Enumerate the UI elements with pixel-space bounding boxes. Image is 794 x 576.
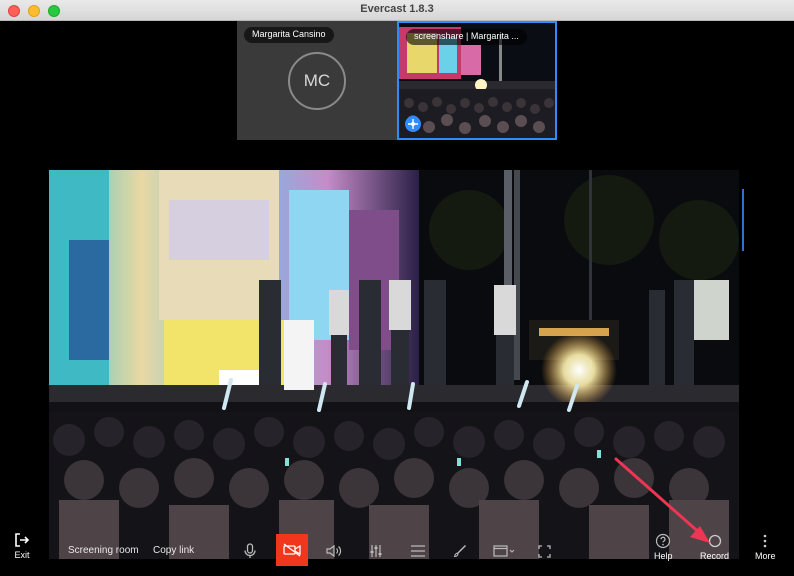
more-label: More bbox=[755, 551, 776, 561]
copy-link-button[interactable]: Copy link bbox=[153, 545, 194, 556]
help-label: Help bbox=[654, 551, 673, 561]
exit-button[interactable]: Exit bbox=[14, 532, 30, 560]
fullscreen-button[interactable] bbox=[532, 539, 556, 563]
brush-icon bbox=[453, 545, 466, 558]
screenshare-tile[interactable]: screenshare | Margarita ... bbox=[397, 21, 557, 140]
more-icon bbox=[763, 534, 767, 548]
layout-button[interactable] bbox=[490, 539, 518, 563]
microphone-button[interactable] bbox=[238, 539, 262, 563]
audio-mixer-button[interactable] bbox=[364, 539, 388, 563]
camera-off-icon bbox=[283, 543, 301, 557]
participant-name: Margarita Cansino bbox=[244, 27, 334, 43]
participant-tile[interactable]: Margarita Cansino MC bbox=[237, 21, 397, 140]
camera-toggle-button[interactable] bbox=[276, 534, 308, 566]
exit-label: Exit bbox=[14, 550, 30, 560]
window-title: Evercast 1.8.3 bbox=[360, 3, 434, 15]
microphone-icon bbox=[244, 543, 256, 558]
list-icon bbox=[411, 545, 425, 557]
more-button[interactable]: More bbox=[755, 533, 776, 561]
screenshare-name: screenshare | Margarita ... bbox=[406, 29, 527, 45]
draw-button[interactable] bbox=[448, 539, 472, 563]
help-button[interactable]: Help bbox=[654, 533, 673, 561]
layout-icon bbox=[493, 545, 515, 557]
speaker-button[interactable] bbox=[322, 539, 346, 563]
screening-room-link[interactable]: Screening room bbox=[68, 545, 139, 556]
record-icon bbox=[708, 534, 721, 548]
speaker-icon bbox=[326, 544, 342, 558]
help-icon bbox=[656, 533, 671, 549]
record-button[interactable]: Record bbox=[700, 533, 729, 561]
menu-button[interactable] bbox=[406, 539, 430, 563]
control-bar: Exit Screening room Copy link Help Recor… bbox=[0, 529, 794, 576]
main-video[interactable] bbox=[49, 170, 739, 559]
exit-icon bbox=[15, 533, 30, 547]
title-bar: Evercast 1.8.3 bbox=[0, 0, 794, 21]
fullscreen-icon bbox=[537, 544, 551, 558]
app-content: Margarita Cansino MC screenshare | Marga… bbox=[0, 21, 794, 576]
avatar: MC bbox=[288, 52, 346, 110]
concert-video-frame bbox=[49, 170, 739, 559]
pin-icon[interactable] bbox=[405, 116, 421, 132]
record-label: Record bbox=[700, 551, 730, 561]
sliders-icon bbox=[370, 545, 382, 557]
vertical-scrollbar[interactable] bbox=[742, 189, 744, 251]
